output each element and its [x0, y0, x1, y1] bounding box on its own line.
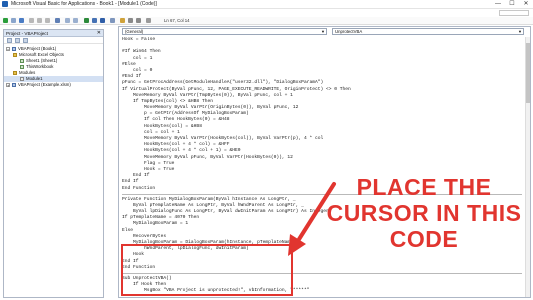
- view-object-icon[interactable]: [15, 38, 20, 43]
- excel-view-icon[interactable]: [3, 18, 8, 23]
- module-icon: [20, 77, 24, 81]
- project-panel-toolbar: [4, 37, 103, 44]
- folder-icon: [13, 71, 17, 75]
- folder-icon: [13, 53, 17, 57]
- project-panel-title: Project - VBAProject: [6, 31, 48, 36]
- window-title: Microsoft Visual Basic for Applications …: [11, 1, 157, 7]
- cursor-position-status: Ln 67, Col 14: [164, 18, 190, 23]
- undo-icon[interactable]: [65, 18, 70, 23]
- project-panel-title-bar: Project - VBAProject ✕: [4, 30, 103, 37]
- procedure-dropdown[interactable]: UnprotectVBA ▼: [332, 28, 524, 35]
- object-dropdown-value: (General): [125, 29, 144, 34]
- project-explorer-icon[interactable]: [120, 18, 125, 23]
- toggle-folders-icon[interactable]: [23, 38, 28, 43]
- run-icon[interactable]: [84, 18, 89, 23]
- break-icon[interactable]: [92, 18, 97, 23]
- project-icon: [12, 47, 16, 51]
- insert-module-icon[interactable]: [11, 18, 16, 23]
- sheet-icon: [20, 59, 24, 63]
- properties-icon[interactable]: [128, 18, 133, 23]
- find-icon[interactable]: [55, 18, 60, 23]
- code-block-hook[interactable]: Hook = False #If Win64 Then col = 1 #Else …: [122, 37, 522, 192]
- toolbox-icon[interactable]: [146, 18, 151, 23]
- vba-app-icon: [2, 1, 8, 7]
- procedure-dropdown-value: UnprotectVBA: [335, 29, 363, 34]
- workbook-icon: [20, 65, 24, 69]
- copy-icon[interactable]: [37, 18, 42, 23]
- view-code-icon[interactable]: [7, 38, 12, 43]
- project-panel-close-icon[interactable]: ✕: [97, 30, 101, 37]
- close-button[interactable]: ✕: [519, 0, 533, 9]
- tree-label: VBAProject (Example.xlsm): [18, 82, 71, 87]
- design-mode-icon[interactable]: [110, 18, 115, 23]
- chevron-down-icon: ▼: [321, 29, 325, 34]
- cut-icon[interactable]: [29, 18, 34, 23]
- object-browser-icon[interactable]: [136, 18, 141, 23]
- redo-icon[interactable]: [73, 18, 78, 23]
- save-icon[interactable]: [19, 18, 24, 23]
- collapse-icon[interactable]: −: [6, 47, 10, 52]
- maximize-button[interactable]: ☐: [505, 0, 519, 9]
- minimize-button[interactable]: —: [491, 0, 505, 9]
- chevron-down-icon: ▼: [518, 29, 522, 34]
- highlight-box: [121, 244, 293, 296]
- standard-toolbar: Ln 67, Col 14: [0, 17, 533, 25]
- code-vertical-scrollbar[interactable]: [525, 37, 530, 297]
- expand-icon[interactable]: +: [6, 83, 10, 88]
- object-dropdown[interactable]: (General) ▼: [122, 28, 327, 35]
- menu-bar: FileEditViewInsertFormatDebugRunToolsAdd…: [0, 9, 533, 23]
- title-bar: Microsoft Visual Basic for Applications …: [0, 0, 533, 9]
- scrollbar-thumb[interactable]: [526, 43, 530, 103]
- callout-text: PLACE THE CURSOR IN THIS CODE: [326, 174, 522, 252]
- paste-icon[interactable]: [45, 18, 50, 23]
- help-search-box[interactable]: [499, 10, 529, 16]
- project-explorer-panel: Project - VBAProject ✕ − VBAProject (Boo…: [3, 29, 104, 298]
- project-icon: [12, 83, 16, 87]
- reset-icon[interactable]: [100, 18, 105, 23]
- tree-project-example[interactable]: + VBAProject (Example.xlsm): [4, 82, 103, 88]
